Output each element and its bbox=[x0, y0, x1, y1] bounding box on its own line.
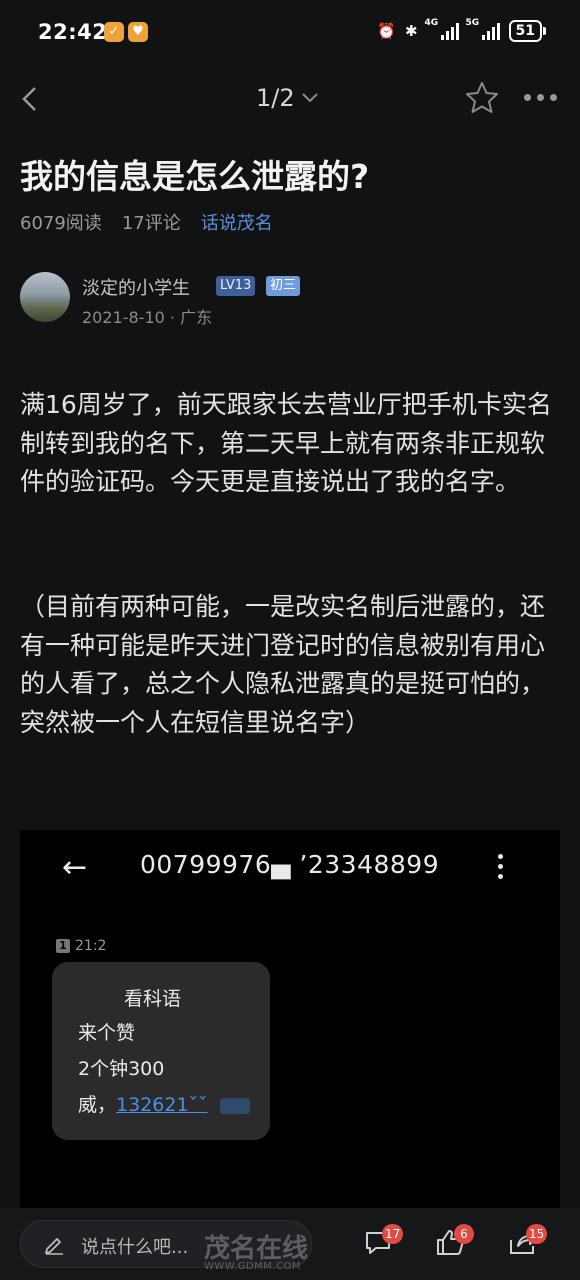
signal-5g-icon: 5G bbox=[466, 18, 500, 40]
watermark-url: WWW.GDMM.COM bbox=[204, 1261, 302, 1272]
like-count-badge: 6 bbox=[454, 1224, 474, 1244]
status-time: 22:42 bbox=[38, 20, 108, 44]
pencil-icon bbox=[45, 1238, 63, 1255]
comment-count-text: 17评论 bbox=[121, 213, 181, 234]
top-nav: 1/2 bbox=[0, 64, 580, 136]
avatar[interactable] bbox=[20, 272, 70, 322]
bluetooth-icon: ✱ bbox=[404, 22, 418, 40]
more-options-icon[interactable] bbox=[524, 94, 557, 101]
share-button[interactable]: 15 bbox=[506, 1224, 548, 1258]
post-paragraph-2: （目前有两种可能，一是改实名制后泄露的，还有一种可能是昨天进门登记时的信息被别有… bbox=[20, 592, 546, 737]
sms-message-bubble: 看科语 来个赞 2个钟300 威，132621ˇˇ bbox=[52, 962, 270, 1140]
sms-sender-number: 00799976▄ ’23348899 bbox=[140, 850, 440, 879]
sms-sim-time: 1 21:2 bbox=[56, 938, 106, 954]
status-bar: 22:42 ✓ ♥ ⏰ ✱ 4G 5G 51 bbox=[0, 0, 580, 64]
battery-icon: 51 bbox=[508, 20, 546, 42]
page-indicator[interactable]: 1/2 bbox=[256, 84, 319, 112]
level-badge: LV13 bbox=[216, 276, 256, 296]
like-button[interactable]: 6 bbox=[434, 1224, 474, 1258]
post-paragraph-1: 满16周岁了，前天跟家长去营业厅把手机卡实名制转到我的名下，第二天早上就有两条非… bbox=[20, 390, 552, 496]
alarm-icon: ⏰ bbox=[377, 22, 396, 40]
post-title: 我的信息是怎么泄露的? bbox=[20, 157, 370, 196]
sms-line: 看科语 bbox=[124, 988, 182, 1010]
comments-button[interactable]: 17 bbox=[362, 1224, 404, 1258]
post-date-location: 2021-8-10 · 广东 bbox=[82, 308, 213, 327]
sms-time: 21:2 bbox=[75, 938, 107, 954]
notification-heart-icon: ♥ bbox=[128, 22, 148, 42]
back-arrow-icon[interactable] bbox=[16, 84, 46, 114]
sms-screenshot-image[interactable]: ← 00799976▄ ’23348899 1 21:2 看科语 来个赞 2个钟… bbox=[20, 830, 560, 1210]
comment-count-badge: 17 bbox=[382, 1224, 404, 1244]
signal-4g-icon: 4G bbox=[425, 18, 459, 40]
site-watermark: 茂名在线 WWW.GDMM.COM bbox=[204, 1228, 308, 1272]
author-row[interactable]: 淡定的小学生 LV13 初三 2021-8-10 · 广东 bbox=[20, 270, 560, 327]
sms-phone-link: 132621ˇˇ bbox=[116, 1094, 208, 1116]
share-count-badge: 15 bbox=[526, 1224, 548, 1244]
page-indicator-label: 1/2 bbox=[256, 84, 295, 112]
sms-more-icon bbox=[498, 854, 504, 884]
watermark-text: 茂名在线 bbox=[204, 1234, 309, 1264]
chevron-down-icon bbox=[301, 93, 318, 103]
topic-link[interactable]: 话说茂名 bbox=[201, 209, 273, 235]
favorite-star-icon[interactable] bbox=[464, 80, 500, 116]
redaction-blur bbox=[219, 1097, 250, 1114]
sms-phone-prefix: 威， bbox=[78, 1094, 117, 1116]
read-count: 6079阅读 bbox=[20, 213, 102, 234]
post-meta: 6079阅读 17评论 话说茂名 bbox=[20, 209, 273, 235]
sms-back-arrow-icon: ← bbox=[62, 850, 88, 885]
sms-line: 来个赞 bbox=[78, 1022, 136, 1044]
grade-badge: 初三 bbox=[266, 276, 301, 296]
bottom-action-bar: 说点什么吧... 茂名在线 WWW.GDMM.COM 17 6 15 bbox=[0, 1208, 580, 1280]
sim-card-icon: 1 bbox=[56, 939, 70, 953]
notification-app-icon: ✓ bbox=[104, 22, 124, 42]
author-name[interactable]: 淡定的小学生 bbox=[82, 274, 190, 300]
battery-level: 51 bbox=[508, 20, 542, 42]
sms-line: 2个钟300 bbox=[78, 1058, 165, 1080]
comment-placeholder: 说点什么吧... bbox=[81, 1237, 189, 1258]
sms-line: 威，132621ˇˇ bbox=[78, 1090, 250, 1117]
